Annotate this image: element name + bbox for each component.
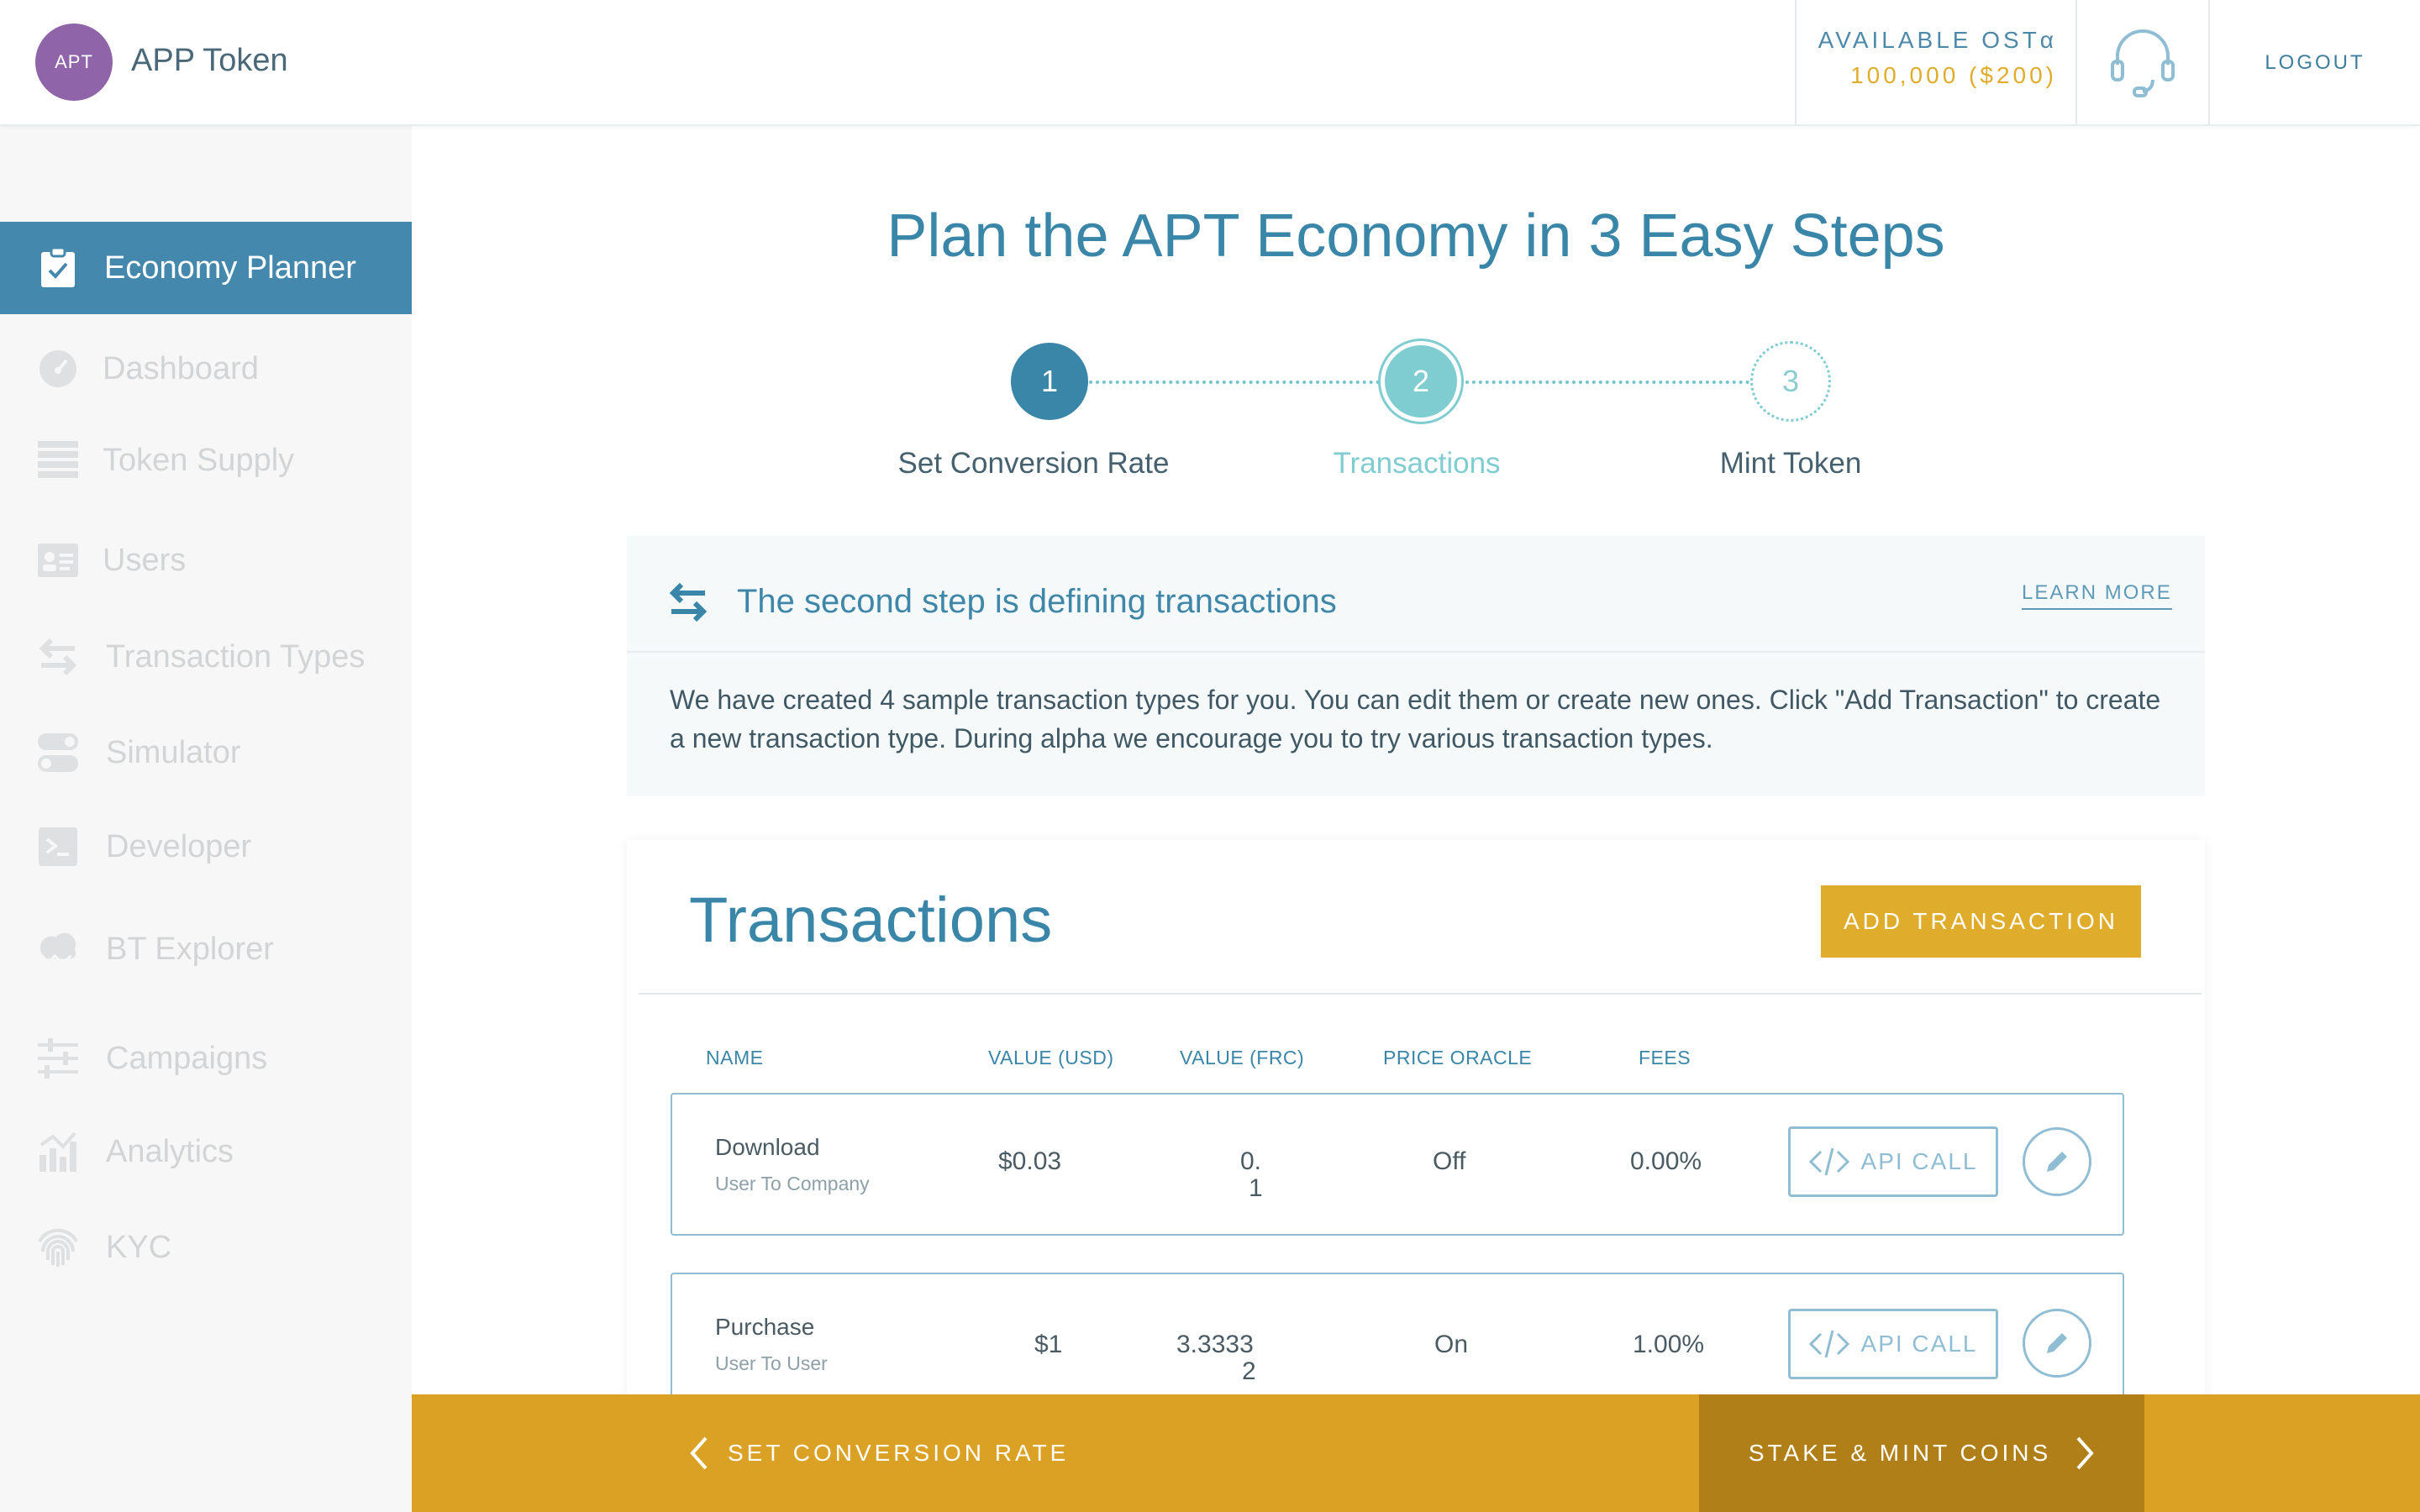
step-1-circle[interactable]: 1 xyxy=(1011,343,1088,420)
transaction-value-usd: $0.03 xyxy=(998,1147,1062,1175)
support-button[interactable] xyxy=(2077,0,2208,126)
step-3-label: Mint Token xyxy=(1719,447,1862,480)
step-2-circle[interactable]: 2 xyxy=(1381,341,1461,422)
transfer-arrows-icon xyxy=(668,581,708,627)
transaction-fees: 1.00% xyxy=(1633,1331,1705,1358)
transaction-name: Purchase xyxy=(715,1314,815,1340)
step-2-label: Transactions xyxy=(1333,447,1501,480)
sidebar-item-simulator[interactable]: Simulator xyxy=(0,706,412,799)
column-header-value-usd: VALUE (USD) xyxy=(988,1047,1114,1068)
transaction-fees: 0.00% xyxy=(1630,1147,1702,1175)
toggles-icon xyxy=(37,732,79,774)
sidebar-item-label: Token Supply xyxy=(103,442,295,478)
add-transaction-button[interactable]: ADD TRANSACTION xyxy=(1821,885,2141,958)
transaction-price-oracle: Off xyxy=(1433,1147,1466,1175)
chevron-right-icon xyxy=(2076,1436,2094,1470)
previous-step-label: SET CONVERSION RATE xyxy=(728,1440,1070,1466)
step-1-label: Set Conversion Rate xyxy=(897,447,1170,480)
top-header: APT APP Token AVAILABLE OSTα 100,000 ($2… xyxy=(0,0,2420,126)
transfer-arrows-icon xyxy=(37,636,79,678)
sidebar-item-label: Simulator xyxy=(106,734,241,770)
balance-value: 100,000 ($200) xyxy=(1850,62,2057,88)
stack-icon xyxy=(37,439,79,481)
sidebar-item-users[interactable]: Users xyxy=(0,514,412,606)
info-divider xyxy=(627,651,2205,653)
sidebar-item-token-supply[interactable]: Token Supply xyxy=(0,414,412,507)
step-3-circle[interactable]: 3 xyxy=(1750,341,1831,422)
code-icon xyxy=(1808,1330,1849,1358)
sidebar-item-kyc[interactable]: KYC xyxy=(0,1201,412,1294)
column-header-name: NAME xyxy=(706,1047,764,1068)
headset-icon xyxy=(2111,29,2175,97)
api-call-label: API CALL xyxy=(1860,1148,1978,1174)
cloud-network-icon xyxy=(37,928,79,970)
transaction-kind: User To Company xyxy=(715,1173,870,1194)
sliders-icon xyxy=(37,1037,79,1079)
sidebar-item-label: Transaction Types xyxy=(106,638,366,675)
transaction-value-frc: 3.3333 xyxy=(1176,1331,1254,1358)
app-name: APP Token xyxy=(131,43,288,78)
chart-icon xyxy=(37,1131,79,1173)
transaction-value-usd: $1 xyxy=(1034,1331,1063,1358)
learn-more-link[interactable]: LEARN MORE xyxy=(2022,581,2172,610)
id-card-icon xyxy=(37,539,79,581)
previous-step-button[interactable]: SET CONVERSION RATE xyxy=(689,1394,1069,1512)
sidebar-item-label: Developer xyxy=(106,828,252,864)
edit-transaction-button[interactable] xyxy=(2023,1309,2091,1378)
sidebar-item-label: Analytics xyxy=(106,1133,234,1169)
logout-button[interactable]: LOGOUT xyxy=(2210,0,2420,126)
next-step-label: STAKE & MINT COINS xyxy=(1748,1440,2052,1466)
edit-transaction-button[interactable] xyxy=(2023,1127,2091,1196)
sidebar-item-label: KYC xyxy=(106,1229,172,1265)
gauge-icon xyxy=(37,348,79,390)
transaction-value-frc-wrap: 2 xyxy=(1242,1357,1256,1385)
sidebar-item-dashboard[interactable]: Dashboard xyxy=(0,323,412,415)
pencil-icon xyxy=(2047,1333,2067,1353)
sidebar-item-economy-planner[interactable]: Economy Planner xyxy=(0,222,412,314)
code-icon xyxy=(1808,1147,1849,1176)
header-divider xyxy=(1795,0,1797,126)
api-call-button[interactable]: API CALL xyxy=(1788,1126,1998,1197)
transaction-kind: User To User xyxy=(715,1352,828,1374)
sidebar-item-bt-explorer[interactable]: BT Explorer xyxy=(0,903,412,995)
card-divider xyxy=(639,993,2202,995)
terminal-icon xyxy=(37,826,79,868)
info-title: The second step is defining transactions xyxy=(737,583,1337,620)
fingerprint-icon xyxy=(37,1226,79,1268)
column-header-value-frc: VALUE (FRC) xyxy=(1180,1047,1305,1068)
page-title: Plan the APT Economy in 3 Easy Steps xyxy=(886,202,1945,270)
transactions-title: Transactions xyxy=(689,885,1053,956)
transaction-name: Download xyxy=(715,1134,820,1160)
transaction-value-frc-wrap: 1 xyxy=(1249,1174,1263,1202)
column-header-price-oracle: PRICE ORACLE xyxy=(1383,1047,1533,1068)
sidebar-item-label: Campaigns xyxy=(106,1040,268,1076)
step-connector xyxy=(1089,381,1380,384)
sidebar-item-label: Dashboard xyxy=(103,350,259,386)
sidebar-item-transaction-types[interactable]: Transaction Types xyxy=(0,611,412,703)
sidebar-item-analytics[interactable]: Analytics xyxy=(0,1105,412,1198)
sidebar: Economy Planner Dashboard Token Supply U… xyxy=(0,126,412,1512)
balance-label: AVAILABLE OSTα xyxy=(1818,27,2057,53)
clipboard-check-icon xyxy=(37,247,79,289)
transaction-price-oracle: On xyxy=(1434,1331,1469,1358)
pencil-icon xyxy=(2047,1152,2067,1172)
step-connector xyxy=(1459,381,1749,384)
api-call-label: API CALL xyxy=(1860,1331,1978,1357)
app-logo: APT xyxy=(35,24,113,101)
next-step-button[interactable]: STAKE & MINT COINS xyxy=(1699,1394,2144,1512)
sidebar-item-campaigns[interactable]: Campaigns xyxy=(0,1012,412,1105)
sidebar-item-label: BT Explorer xyxy=(106,931,274,967)
sidebar-item-label: Users xyxy=(103,542,187,578)
info-description: We have created 4 sample transaction typ… xyxy=(670,685,2161,753)
api-call-button[interactable]: API CALL xyxy=(1788,1309,1998,1379)
transaction-value-frc: 0. xyxy=(1240,1147,1262,1175)
sidebar-item-label: Economy Planner xyxy=(104,249,356,286)
sidebar-item-developer[interactable]: Developer xyxy=(0,801,412,893)
column-header-fees: FEES xyxy=(1639,1047,1691,1068)
chevron-left-icon xyxy=(690,1436,708,1470)
